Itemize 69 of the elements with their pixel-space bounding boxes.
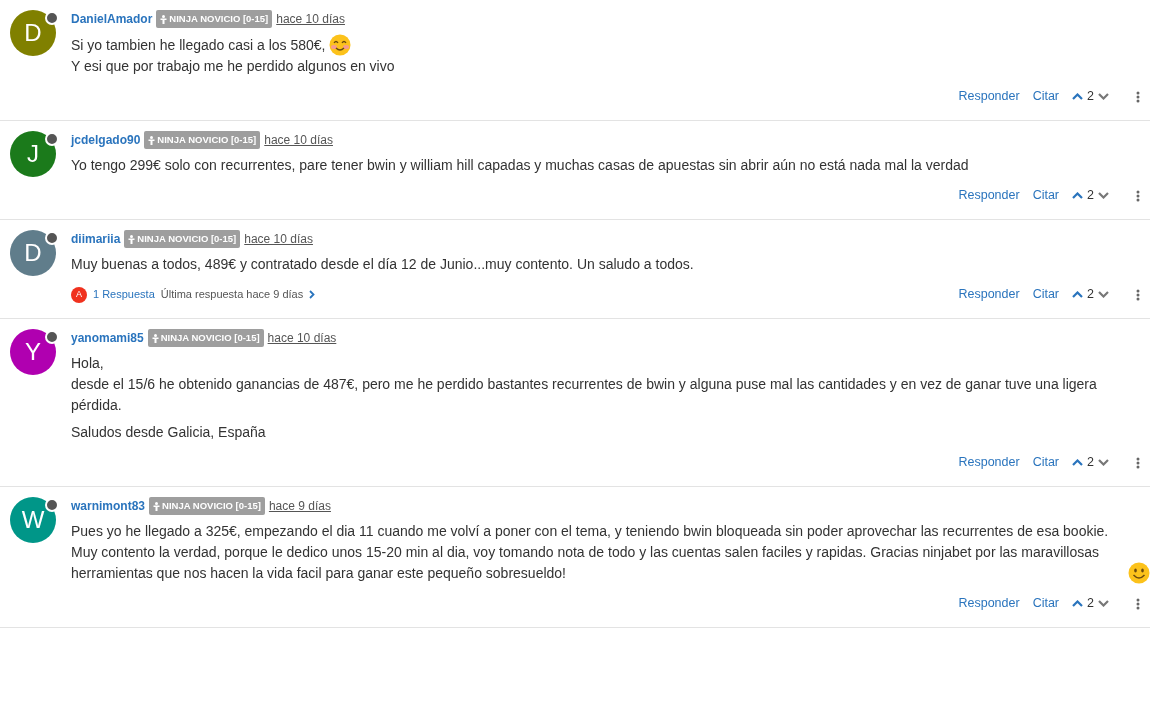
reply-link[interactable]: Responder (958, 186, 1020, 205)
reply-link[interactable]: Responder (958, 285, 1020, 304)
post-time-link[interactable]: hace 10 días (276, 10, 345, 29)
rank-badge: NINJA NOVICIO [0-15] (147, 329, 264, 348)
ninja-icon (128, 234, 136, 244)
more-options-icon[interactable] (1136, 597, 1140, 610)
post-text: Yo tengo 299€ solo con recurrentes, pare tener bwin y william hill capadas y muchas casas de apuestas sin abrir aún no está nada mal la verdad (71, 156, 969, 176)
ninja-icon (153, 501, 160, 511)
upvote-icon[interactable] (1072, 600, 1084, 608)
post-text: Y esi que por trabajo me he perdido algunos en vivo (71, 57, 395, 77)
username-link[interactable]: yanomami85 (71, 329, 144, 348)
post-text: Hola, (71, 354, 104, 374)
rank-badge: NINJA NOVICIO [0-15] (156, 10, 273, 29)
reply-avatar: A (71, 286, 87, 303)
quote-link[interactable]: Citar (1032, 594, 1060, 613)
vote-count: 2 (1087, 454, 1094, 472)
ninja-icon (151, 333, 159, 343)
smiley-icon (328, 34, 351, 57)
more-options-icon[interactable] (1136, 189, 1140, 202)
quote-link[interactable]: Citar (1032, 453, 1060, 472)
quote-link[interactable]: Citar (1032, 87, 1060, 106)
downvote-icon[interactable] (1098, 459, 1109, 467)
reply-link[interactable]: Responder (958, 87, 1020, 106)
rank-badge: NINJA NOVICIO [0-15] (124, 230, 241, 249)
username-link[interactable]: diimariia (71, 230, 121, 249)
chevron-right-icon[interactable] (309, 290, 316, 300)
last-reply-text: Última respuesta hace 9 días (160, 287, 304, 303)
upvote-icon[interactable] (1072, 459, 1084, 467)
user-avatar: D (10, 230, 56, 276)
upvote-icon[interactable] (1072, 93, 1084, 101)
post-time-link[interactable]: hace 10 días (264, 131, 333, 150)
more-options-icon[interactable] (1136, 288, 1140, 301)
vote-count: 2 (1087, 187, 1094, 205)
rank-badge: NINJA NOVICIO [0-15] (144, 131, 261, 150)
username-link[interactable]: jcdelgado90 (71, 131, 141, 150)
ninja-icon (148, 135, 156, 145)
post-text: desde el 15/6 he obtenido ganancias de 487€, pero me he perdido bastantes recurrentes de bwin y alguna puse mal las cantidades y en vez de ganar tuve una ligera pérdida. (71, 375, 1098, 416)
post-time-link[interactable]: hace 10 días (244, 230, 313, 249)
user-avatar: Y (10, 329, 56, 375)
rank-badge: NINJA NOVICIO [0-15] (149, 497, 265, 516)
post-text: Si yo tambien he llegado casi a los 580€, (71, 36, 326, 56)
upvote-icon[interactable] (1072, 192, 1084, 200)
post-text: Muy buenas a todos, 489€ y contratado desde el día 12 de Junio...muy contento. Un saludo a todos. (71, 255, 694, 275)
more-options-icon[interactable] (1136, 90, 1140, 103)
user-avatar: W (10, 497, 56, 543)
quote-link[interactable]: Citar (1032, 285, 1060, 304)
vote-count: 2 (1087, 286, 1094, 304)
post-time-link[interactable]: hace 9 días (268, 497, 331, 516)
username-link[interactable]: warnimont83 (71, 497, 145, 516)
post-time-link[interactable]: hace 10 días (267, 329, 337, 348)
user-avatar: J (10, 131, 56, 177)
post-text: Pues yo he llegado a 325€, empezando el dia 11 cuando me volví a poner con el tema, y teniendo bwin bloqueada sin poder aprovechar las recurrentes de esa bookie. Muy contento la verdad, porque le dedico unos 15-20 min al dia, voy tomando nota de todo y las cuentas salen faciles y rapidas. Gracias ninjabet por las maravillosas herramientas que nos hacen la vida facil para ganar este pequeño sobresueldo! (71, 522, 1110, 584)
downvote-icon[interactable] (1098, 291, 1109, 299)
vote-count: 2 (1087, 88, 1094, 106)
vote-count: 2 (1087, 595, 1094, 613)
reply-link[interactable]: Responder (958, 453, 1020, 472)
reply-link[interactable]: Responder (958, 594, 1020, 613)
smiley-icon (1128, 562, 1150, 585)
post-text: Saludos desde Galicia, España (71, 423, 266, 443)
replies-link[interactable]: 1 Respuesta (93, 286, 155, 303)
user-avatar: D (10, 10, 56, 56)
upvote-icon[interactable] (1072, 291, 1084, 299)
quote-link[interactable]: Citar (1032, 186, 1060, 205)
more-options-icon[interactable] (1136, 456, 1140, 469)
downvote-icon[interactable] (1098, 93, 1109, 101)
ninja-icon (160, 14, 168, 24)
username-link[interactable]: DanielAmador (71, 10, 153, 29)
downvote-icon[interactable] (1098, 600, 1109, 608)
downvote-icon[interactable] (1098, 192, 1109, 200)
